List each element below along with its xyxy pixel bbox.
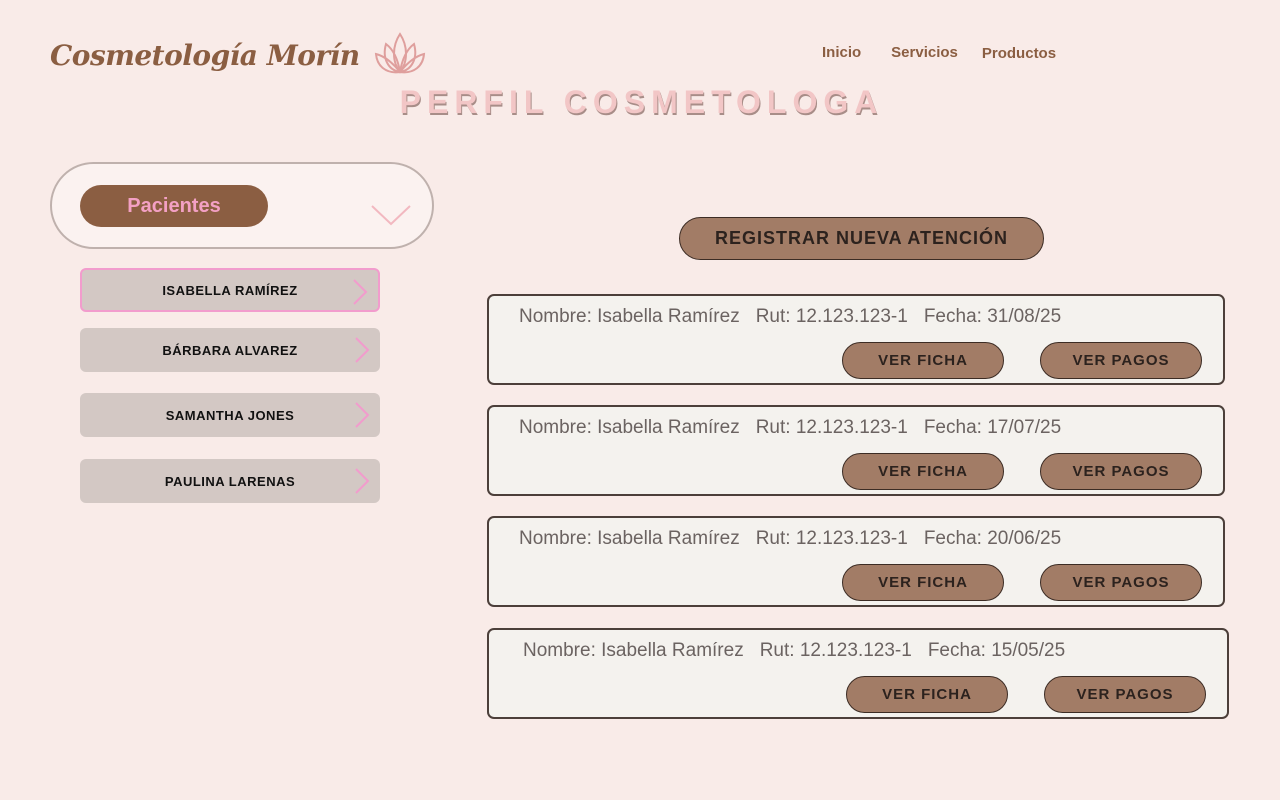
record-fecha: Fecha: 31/08/25 xyxy=(923,306,1062,327)
patient-name: ISABELLA RAMÍREZ xyxy=(162,282,298,298)
brand-name: Cosmetología Morín xyxy=(50,39,360,72)
chevron-down-icon[interactable] xyxy=(370,202,412,231)
chevron-right-icon xyxy=(354,467,370,498)
record-info: Nombre: Isabella Ramírez Rut: 12.123.123-… xyxy=(519,417,1077,439)
ver-ficha-button[interactable]: VER FICHA xyxy=(842,342,1004,379)
lotus-icon xyxy=(374,30,426,81)
ver-pagos-button[interactable]: VER PAGOS xyxy=(1040,453,1202,490)
patient-name: BÁRBARA ALVAREZ xyxy=(162,342,298,358)
patient-name: PAULINA LARENAS xyxy=(164,473,296,489)
pacientes-dropdown[interactable]: Pacientes xyxy=(50,162,434,249)
attention-record: Nombre: Isabella Ramírez Rut: 12.123.123-… xyxy=(487,294,1225,385)
record-fecha: Fecha: 20/06/25 xyxy=(923,528,1062,549)
nav-productos[interactable]: Productos xyxy=(982,45,1056,62)
record-nombre: Nombre: Isabella Ramírez xyxy=(523,640,744,661)
patient-item-paulina-larenas[interactable]: PAULINA LARENAS xyxy=(80,459,380,503)
record-nombre: Nombre: Isabella Ramírez xyxy=(519,306,740,327)
page-title: PERFIL COSMETOLOGA xyxy=(399,84,884,120)
chevron-right-icon xyxy=(354,401,370,432)
attention-record: Nombre: Isabella Ramírez Rut: 12.123.123-… xyxy=(487,516,1225,607)
ver-ficha-button[interactable]: VER FICHA xyxy=(842,453,1004,490)
patient-name: SAMANTHA JONES xyxy=(165,407,295,423)
attention-record: Nombre: Isabella Ramírez Rut: 12.123.123-… xyxy=(487,628,1229,719)
chevron-right-icon xyxy=(354,336,370,367)
ver-ficha-button[interactable]: VER FICHA xyxy=(846,676,1008,713)
ver-ficha-button[interactable]: VER FICHA xyxy=(842,564,1004,601)
ver-pagos-button[interactable]: VER PAGOS xyxy=(1044,676,1206,713)
attention-record: Nombre: Isabella Ramírez Rut: 12.123.123-… xyxy=(487,405,1225,496)
record-nombre: Nombre: Isabella Ramírez xyxy=(519,417,740,438)
record-rut: Rut: 12.123.123-1 xyxy=(755,528,908,549)
record-rut: Rut: 12.123.123-1 xyxy=(755,306,908,327)
main-nav: Inicio Servicios Productos xyxy=(822,44,1056,62)
nav-inicio[interactable]: Inicio xyxy=(822,44,861,61)
chevron-right-icon xyxy=(352,278,368,309)
patient-item-barbara-alvarez[interactable]: BÁRBARA ALVAREZ xyxy=(80,328,380,372)
patient-item-samantha-jones[interactable]: SAMANTHA JONES xyxy=(80,393,380,437)
record-nombre: Nombre: Isabella Ramírez xyxy=(519,528,740,549)
record-info: Nombre: Isabella Ramírez Rut: 12.123.123-… xyxy=(523,640,1081,662)
record-rut: Rut: 12.123.123-1 xyxy=(755,417,908,438)
register-attention-button[interactable]: REGISTRAR NUEVA ATENCIÓN xyxy=(679,217,1044,260)
record-rut: Rut: 12.123.123-1 xyxy=(759,640,912,661)
record-info: Nombre: Isabella Ramírez Rut: 12.123.123-… xyxy=(519,528,1077,550)
pacientes-button[interactable]: Pacientes xyxy=(80,185,268,227)
patient-item-isabella-ramirez[interactable]: ISABELLA RAMÍREZ xyxy=(80,268,380,312)
record-fecha: Fecha: 15/05/25 xyxy=(927,640,1066,661)
brand[interactable]: Cosmetología Morín xyxy=(50,30,426,81)
ver-pagos-button[interactable]: VER PAGOS xyxy=(1040,342,1202,379)
ver-pagos-button[interactable]: VER PAGOS xyxy=(1040,564,1202,601)
nav-servicios[interactable]: Servicios xyxy=(891,44,958,61)
record-info: Nombre: Isabella Ramírez Rut: 12.123.123-… xyxy=(519,306,1077,328)
record-fecha: Fecha: 17/07/25 xyxy=(923,417,1062,438)
